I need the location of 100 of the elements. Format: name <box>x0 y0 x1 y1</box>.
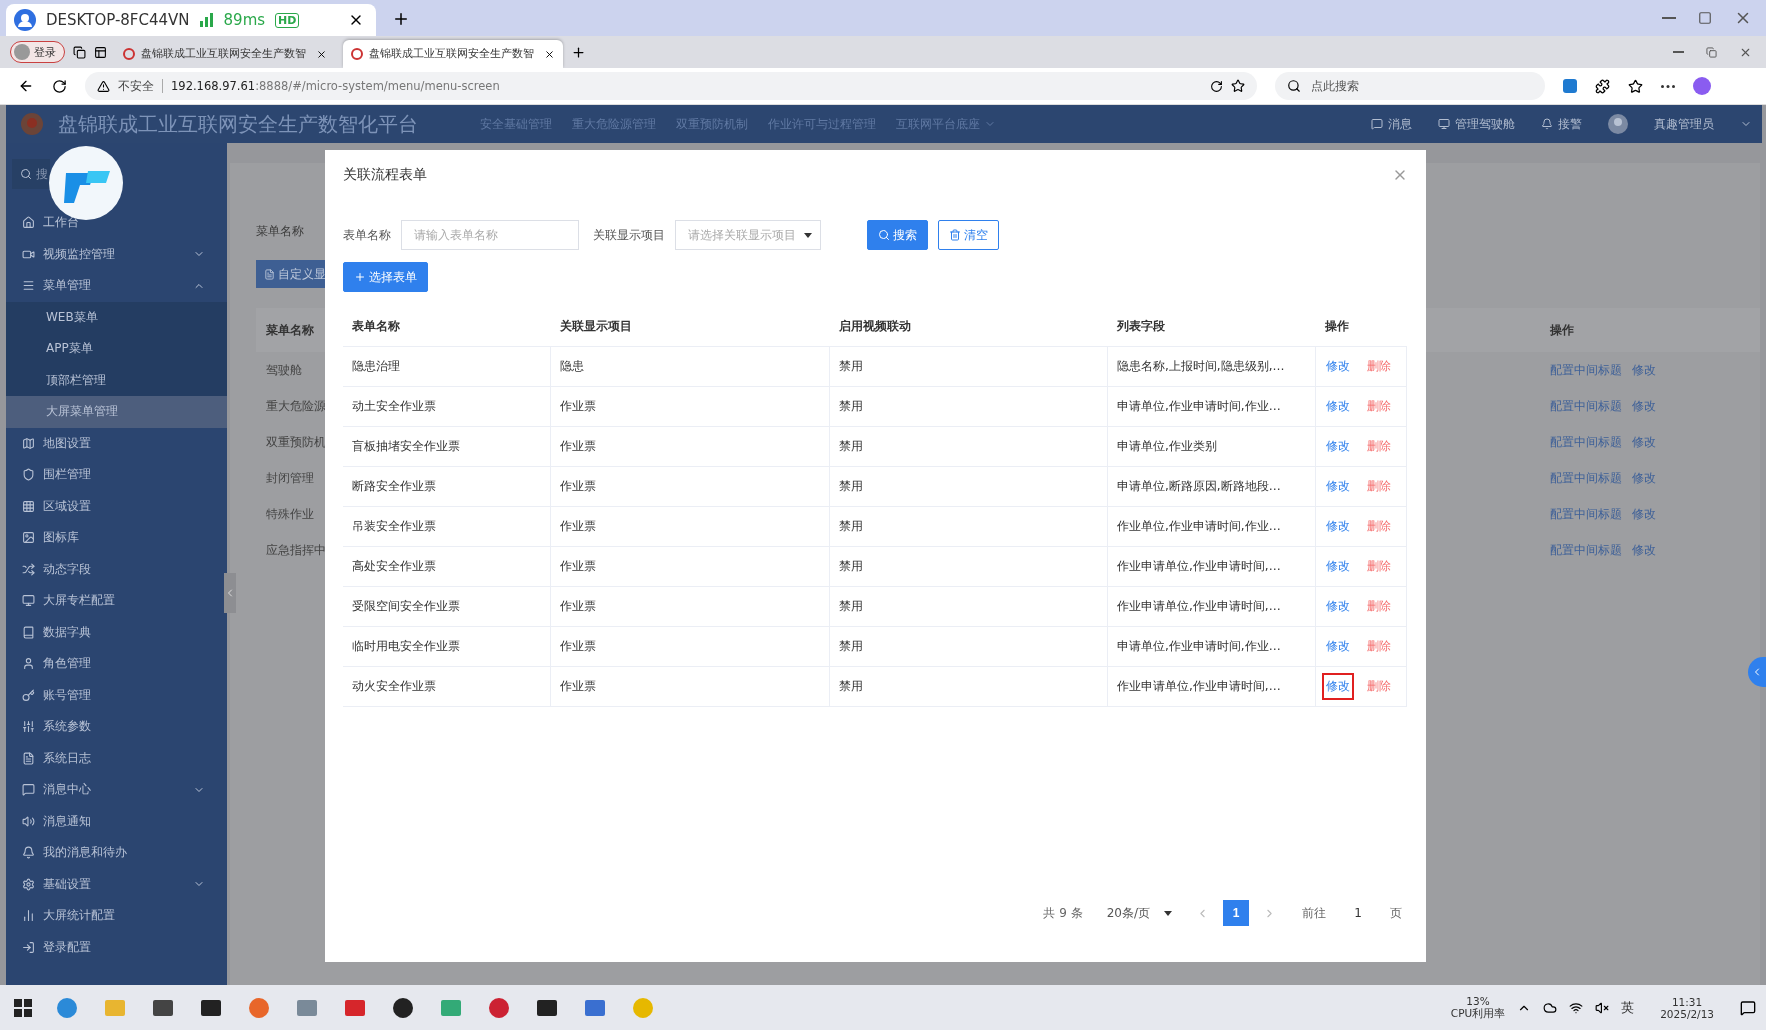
column-header: 操作 <box>1550 321 1574 339</box>
remote-session-tab[interactable]: DESKTOP-8FC44VN 89ms HD <box>6 4 376 36</box>
delete-link[interactable]: 删除 <box>1363 593 1395 620</box>
sidebar-item[interactable]: 系统日志 <box>6 742 227 774</box>
browser-tab[interactable]: 盘锦联成工业互联网安全生产数智 <box>343 40 563 68</box>
login-button[interactable]: 登录 <box>10 41 65 63</box>
delete-link[interactable]: 删除 <box>1363 553 1395 580</box>
sidebar-item[interactable]: 登录配置 <box>6 931 227 963</box>
action-link[interactable]: 修改 <box>1632 397 1656 415</box>
close-icon <box>544 48 555 60</box>
sidebar-item[interactable]: 角色管理 <box>6 648 227 680</box>
action-link[interactable]: 修改 <box>1632 469 1656 487</box>
sidebar-subitem[interactable]: WEB菜单 <box>6 301 227 333</box>
menu-item-icon <box>22 720 35 734</box>
goto-suffix: 页 <box>1390 904 1402 922</box>
filter-label: 关联显示项目 <box>593 226 665 244</box>
action-link[interactable]: 修改 <box>1632 361 1656 379</box>
sidebar-search-field[interactable]: 搜 <box>12 159 50 189</box>
edit-link[interactable]: 修改 <box>1322 473 1354 500</box>
sidebar-item[interactable]: 数据字典 <box>6 616 227 648</box>
table-cell: 禁用 <box>830 667 1108 707</box>
user-avatar-icon <box>14 9 36 31</box>
sidebar-item[interactable]: 菜单管理 <box>6 270 227 302</box>
table-cell: 封闭管理 <box>266 469 314 487</box>
action-link[interactable]: 修改 <box>1632 433 1656 451</box>
menu-item-icon <box>22 877 35 891</box>
page-size-select[interactable]: 20条/页 <box>1096 904 1182 922</box>
edit-link[interactable]: 修改 <box>1322 673 1354 700</box>
table-cell: 应急指挥中 <box>266 541 326 559</box>
select-field[interactable]: 请选择关联显示项目 <box>675 220 821 250</box>
new-tab-icon <box>571 44 586 60</box>
sidebar-item[interactable]: 大屏统计配置 <box>6 900 227 932</box>
sidebar-item[interactable]: 我的消息和待办 <box>6 837 227 869</box>
edit-link[interactable]: 修改 <box>1322 353 1354 380</box>
sidebar-item[interactable]: 基础设置 <box>6 868 227 900</box>
search-button[interactable]: 搜索 <box>867 220 928 250</box>
table-cell: 作业票 <box>551 627 830 667</box>
address-bar[interactable]: 不安全 192.168.97.61:8888/#/micro-system/menu/menu-screen <box>85 72 1257 100</box>
sidebar-item[interactable]: 地图设置 <box>6 427 227 459</box>
sidebar-subitem[interactable]: 大屏菜单管理 <box>6 396 227 428</box>
edit-link[interactable]: 修改 <box>1322 593 1354 620</box>
menu-item-icon <box>22 499 35 513</box>
delete-link[interactable]: 删除 <box>1363 433 1395 460</box>
search-icon <box>1287 79 1301 93</box>
edit-link[interactable]: 修改 <box>1322 393 1354 420</box>
sidebar-subitem[interactable]: APP菜单 <box>6 333 227 365</box>
clock-date: 2025/2/13 <box>1660 1007 1714 1020</box>
edit-link[interactable]: 修改 <box>1322 633 1354 660</box>
form-name-field[interactable]: 请输入表单名称 <box>401 220 579 250</box>
header-link[interactable]: 管理驾驶舱 <box>1438 115 1515 133</box>
delete-link[interactable]: 删除 <box>1363 473 1395 500</box>
browser-tab[interactable]: 盘锦联成工业互联网安全生产数智 <box>115 40 335 68</box>
edit-link[interactable]: 修改 <box>1322 513 1354 540</box>
edit-link[interactable]: 修改 <box>1322 433 1354 460</box>
table-cell: 作业票 <box>551 467 830 507</box>
header-link[interactable]: 消息 <box>1371 115 1412 133</box>
sidebar-item[interactable]: 动态字段 <box>6 553 227 585</box>
search-field[interactable]: 点此搜索 <box>1275 72 1545 100</box>
sidebar-item[interactable]: 视频监控管理 <box>6 238 227 270</box>
table-cell: 隐患治理 <box>343 347 551 387</box>
action-link[interactable]: 配置中间标题 <box>1550 397 1622 415</box>
goto-label: 前往 <box>1302 904 1326 922</box>
table-cell: 受限空间安全作业票 <box>343 587 551 627</box>
input-method[interactable]: 英 <box>1621 998 1635 1017</box>
sidebar-item[interactable]: 围栏管理 <box>6 459 227 491</box>
page-button[interactable]: 1 <box>1223 900 1249 926</box>
delete-link[interactable]: 删除 <box>1363 673 1395 700</box>
action-link[interactable]: 配置中间标题 <box>1550 433 1622 451</box>
sidebar-item[interactable]: 系统参数 <box>6 711 227 743</box>
action-link[interactable]: 修改 <box>1632 505 1656 523</box>
delete-link[interactable]: 删除 <box>1363 633 1395 660</box>
delete-link[interactable]: 删除 <box>1363 513 1395 540</box>
sidebar-item[interactable]: 大屏专栏配置 <box>6 585 227 617</box>
table-cell: 作业单位,作业申请时间,作业… <box>1108 507 1316 547</box>
sidebar-item[interactable]: 消息通知 <box>6 805 227 837</box>
delete-link[interactable]: 删除 <box>1363 353 1395 380</box>
table-cell: 特殊作业 <box>266 505 314 523</box>
page-number-field[interactable]: 1 <box>1340 900 1376 926</box>
action-link[interactable]: 配置中间标题 <box>1550 361 1622 379</box>
restore-icon <box>1706 46 1717 58</box>
action-link[interactable]: 配置中间标题 <box>1550 505 1622 523</box>
sidebar-item[interactable]: 账号管理 <box>6 679 227 711</box>
table-cell: 驾驶舱 <box>266 361 302 379</box>
action-link[interactable]: 修改 <box>1632 541 1656 559</box>
user-name[interactable]: 真趣管理员 <box>1654 115 1714 133</box>
delete-link[interactable]: 删除 <box>1363 393 1395 420</box>
sidebar-item[interactable]: 区域设置 <box>6 490 227 522</box>
add-button[interactable]: 选择表单 <box>343 262 428 292</box>
action-link[interactable]: 配置中间标题 <box>1550 541 1622 559</box>
header-link[interactable]: 接警 <box>1541 115 1582 133</box>
menu-item-icon <box>22 909 35 923</box>
clear-button[interactable]: 清空 <box>938 220 999 250</box>
sidebar-item[interactable]: 消息中心 <box>6 774 227 806</box>
edit-link[interactable]: 修改 <box>1322 553 1354 580</box>
sidebar-item[interactable]: 工作台 <box>6 207 227 239</box>
action-link[interactable]: 配置中间标题 <box>1550 469 1622 487</box>
sidebar-subitem[interactable]: 顶部栏管理 <box>6 364 227 396</box>
sidebar-item[interactable]: 图标库 <box>6 522 227 554</box>
header-link-icon <box>1438 118 1450 130</box>
tab-actions-icon <box>94 45 107 59</box>
